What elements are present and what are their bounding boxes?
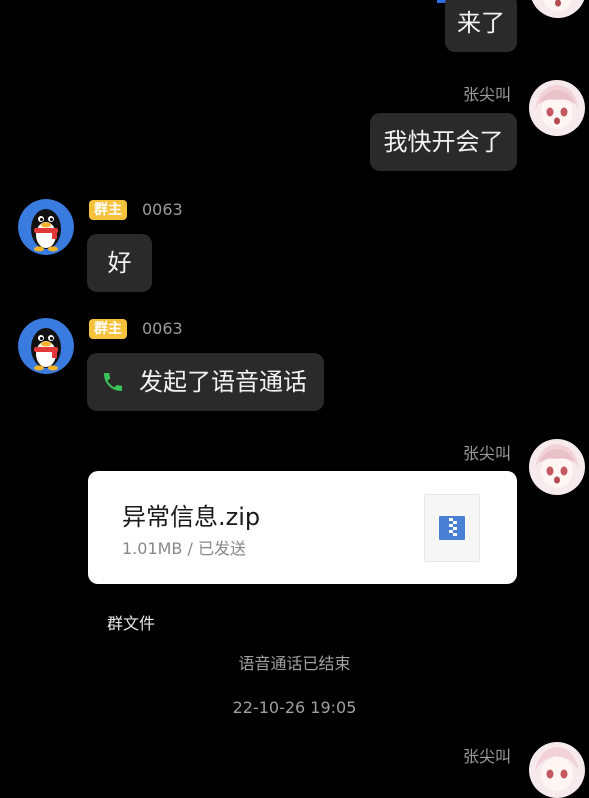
message-bubble-other[interactable]: 好 bbox=[87, 234, 152, 292]
avatar-self[interactable] bbox=[530, 0, 586, 18]
avatar-self[interactable] bbox=[529, 439, 585, 495]
sender-name: 张尖叫 bbox=[462, 747, 511, 766]
phone-icon bbox=[101, 370, 125, 394]
group-owner-badge: 群主 bbox=[89, 319, 127, 339]
anime-avatar-icon bbox=[529, 439, 585, 495]
message-text: 发起了语音通话 bbox=[139, 368, 307, 396]
file-name: 异常信息.zip bbox=[122, 503, 261, 531]
file-source-label: 群文件 bbox=[107, 614, 156, 633]
anime-avatar-icon bbox=[529, 742, 585, 798]
sender-name: 张尖叫 bbox=[462, 85, 511, 104]
sender-name: 0063 bbox=[142, 200, 183, 219]
penguin-avatar-icon bbox=[18, 199, 74, 255]
anime-avatar-icon bbox=[530, 0, 586, 18]
message-bubble-self[interactable]: 来了 bbox=[445, 0, 517, 52]
voice-call-bubble[interactable]: 发起了语音通话 bbox=[87, 353, 324, 411]
anime-avatar-icon bbox=[529, 80, 585, 136]
sender-name: 0063 bbox=[142, 319, 183, 338]
file-size-status: 1.01MB / 已发送 bbox=[122, 539, 246, 558]
avatar-self[interactable] bbox=[529, 80, 585, 136]
message-text: 来了 bbox=[457, 9, 505, 37]
message-text: 好 bbox=[107, 249, 132, 277]
file-message-card[interactable]: 异常信息.zip 1.01MB / 已发送 bbox=[88, 471, 517, 584]
avatar-group-owner[interactable] bbox=[18, 318, 74, 374]
avatar-group-owner[interactable] bbox=[18, 199, 74, 255]
timestamp: 22-10-26 19:05 bbox=[232, 698, 357, 717]
message-bubble-self[interactable]: 我快开会了 bbox=[370, 113, 517, 171]
group-owner-badge: 群主 bbox=[89, 200, 127, 220]
zip-file-icon bbox=[424, 494, 480, 562]
sender-name: 张尖叫 bbox=[462, 444, 511, 463]
avatar-self[interactable] bbox=[529, 742, 585, 798]
penguin-avatar-icon bbox=[18, 318, 74, 374]
message-text: 我快开会了 bbox=[383, 128, 504, 156]
system-call-ended: 语音通话已结束 bbox=[238, 654, 351, 673]
